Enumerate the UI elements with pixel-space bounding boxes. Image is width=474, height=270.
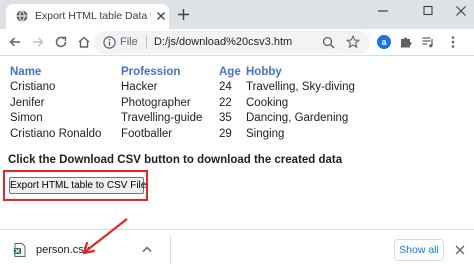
media-icon[interactable] [421,35,435,49]
table-row: Simon Travelling-guide 35 Dancing, Garde… [7,111,366,127]
table-header-row: Name Profession Age Hobby [7,65,366,80]
cell-profession: Footballer [121,127,173,140]
cell-name: Simon [10,112,43,124]
tab-active[interactable]: Export HTML table Data to CSV u [6,4,169,29]
header-name: Name [10,66,42,78]
info-icon[interactable] [103,36,116,49]
cell-hobby: Cooking [246,96,289,109]
menu-icon[interactable] [446,35,460,49]
cell-hobby: Travelling, Sky-diving [246,81,355,93]
cell-hobby: Dancing, Gardening [246,112,349,124]
omnibox-divider [146,36,147,49]
plus-icon[interactable] [178,9,189,20]
cell-age: 29 [219,127,232,140]
person-table: Name Profession Age Hobby Cristiano Hack… [7,65,366,142]
chevron-up-icon[interactable] [142,245,152,253]
cell-age: 24 [219,81,232,93]
file-icon [14,243,26,257]
home-icon[interactable] [77,35,91,49]
extension-icon[interactable]: a [377,35,391,49]
puzzle-icon[interactable] [399,35,413,49]
header-age: Age [219,66,241,78]
show-all-button[interactable]: Show all [394,239,444,261]
export-csv-button[interactable]: Export HTML table to CSV File [9,177,146,194]
cell-name: Cristiano Ronaldo [10,127,102,140]
cell-age: 22 [219,96,232,109]
cell-profession: Travelling-guide [121,112,203,124]
cell-name: Cristiano [10,81,56,93]
table-row: Jenifer Photographer 22 Cooking [7,96,366,112]
cell-name: Jenifer [10,96,45,109]
download-divider [170,236,171,264]
browser-toolbar: File D:/js/download%20csv3.htm a [0,29,474,56]
reload-icon[interactable] [54,35,68,49]
cell-age: 35 [219,112,232,124]
globe-icon [16,10,28,22]
header-hobby: Hobby [246,66,282,78]
back-icon[interactable] [8,35,22,49]
minimize-icon[interactable] [375,4,391,18]
window-close-icon[interactable] [453,4,469,18]
cell-profession: Photographer [121,96,191,109]
page-viewport: Name Profession Age Hobby Cristiano Hack… [0,57,474,229]
forward-icon[interactable] [31,35,45,49]
highlight-annotation: Export HTML table to CSV File [3,170,148,201]
close-icon[interactable] [156,11,166,21]
arrow-annotation [82,218,128,255]
cell-profession: Hacker [121,81,158,93]
maximize-icon[interactable] [420,4,436,18]
table-row: Cristiano Hacker 24 Travelling, Sky-divi… [7,80,366,96]
url-text[interactable]: D:/js/download%20csv3.htm [154,36,292,49]
instruction-text: Click the Download CSV button to downloa… [8,154,343,166]
tab-title: Export HTML table Data to CSV u [35,10,151,22]
zoom-icon[interactable] [322,36,335,49]
header-profession: Profession [121,66,181,78]
omnibox[interactable]: File D:/js/download%20csv3.htm [94,31,370,54]
tab-strip: Export HTML table Data to CSV u [0,0,474,29]
table-row: Cristiano Ronaldo Footballer 29 Singing [7,127,366,143]
star-icon[interactable] [346,35,360,49]
cell-hobby: Singing [246,127,285,140]
download-bar: person.csv Show all [0,229,474,270]
scheme-label: File [120,36,138,48]
close-icon[interactable] [455,245,465,255]
